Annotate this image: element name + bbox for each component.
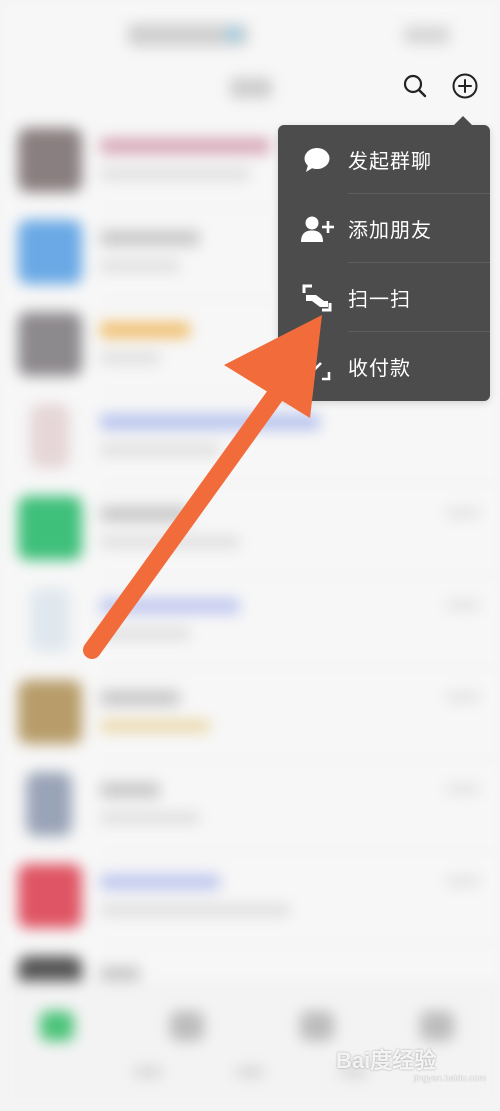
annotation-arrow xyxy=(83,315,322,659)
watermark-url: jingyan.baidu.com xyxy=(413,1073,486,1083)
arrow-shape xyxy=(83,315,322,659)
baidu-watermark: Bai度经验 jingyan.baidu.com xyxy=(336,1037,486,1087)
watermark-text: Bai度经验 xyxy=(336,1048,437,1073)
